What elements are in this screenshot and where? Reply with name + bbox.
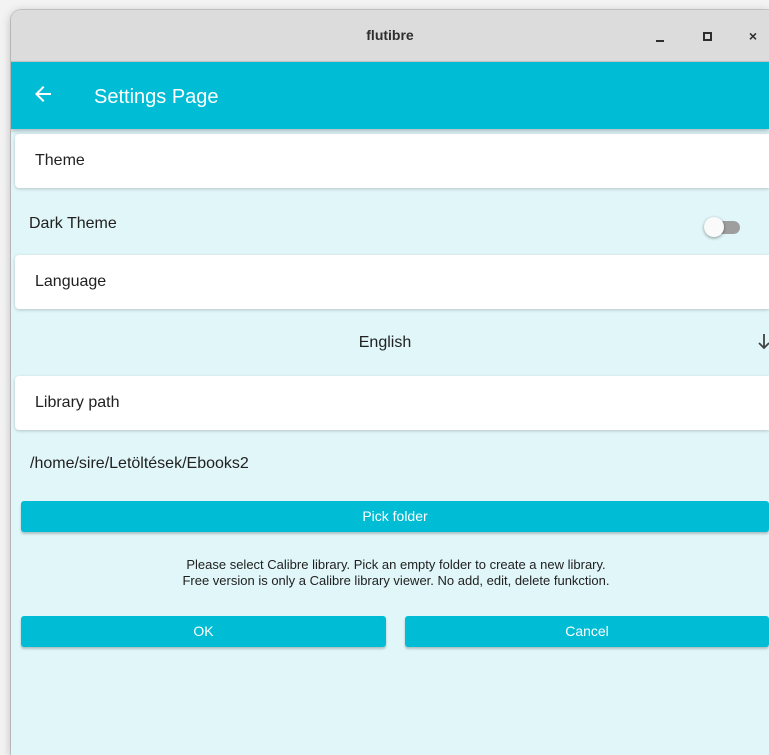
minimize-icon [656,40,664,42]
maximize-icon [703,32,712,41]
dark-theme-label: Dark Theme [29,215,117,232]
minimize-button[interactable] [651,27,669,45]
cancel-button[interactable]: Cancel [405,616,769,647]
dark-theme-switch[interactable] [702,216,748,238]
library-info-line-2: Free version is only a Calibre library v… [182,573,610,588]
ok-button[interactable]: OK [21,616,386,647]
library-header-label: Library path [35,394,120,411]
app-window: flutibre × Settings Page Theme Dark Them… [11,10,769,755]
library-info-line-1: Please select Calibre library. Pick an e… [186,557,606,572]
switch-thumb [704,217,724,237]
close-button[interactable]: × [744,27,762,45]
app-bar: Settings Page [11,62,769,129]
pick-folder-button[interactable]: Pick folder [21,501,769,532]
language-dropdown[interactable]: English [15,320,769,364]
library-path-value: /home/sire/Letöltések/Ebooks2 [30,455,249,472]
page-title: Settings Page [94,86,219,108]
library-section-header: Library path [15,376,769,430]
arrow-left-icon[interactable] [31,82,55,106]
maximize-button[interactable] [698,27,716,45]
theme-section-header: Theme [15,134,769,188]
theme-header-label: Theme [35,152,85,169]
arrow-down-icon [758,334,769,350]
language-selected-value: English [358,334,412,351]
language-header-label: Language [35,273,107,290]
language-section-header: Language [15,255,769,309]
window-titlebar[interactable]: flutibre × [11,10,769,62]
